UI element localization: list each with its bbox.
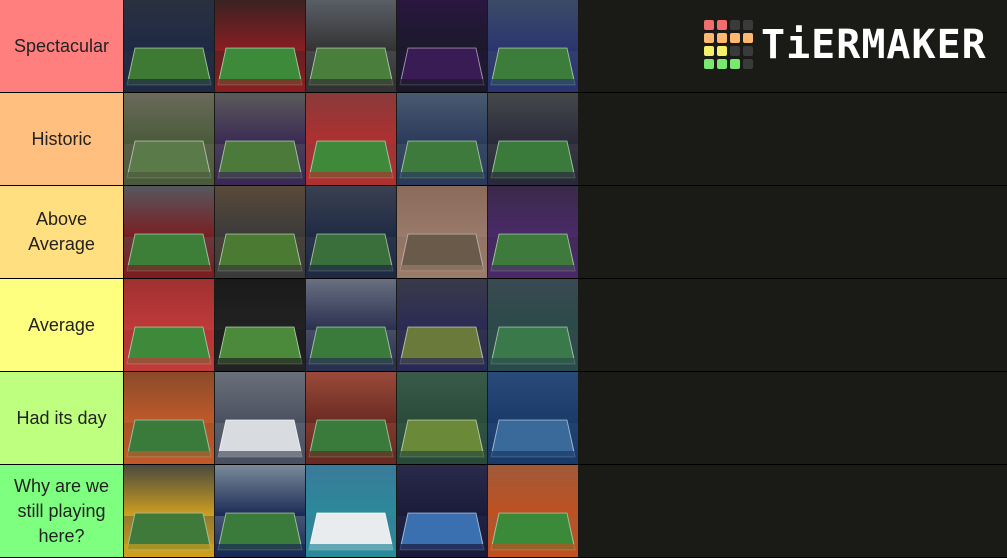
tier-row: Historic	[0, 93, 1007, 185]
logo-square	[730, 20, 740, 30]
stadium-image[interactable]	[124, 372, 214, 464]
stadium-image[interactable]	[215, 93, 305, 185]
logo-square	[743, 46, 753, 56]
stadium-image[interactable]	[397, 279, 487, 371]
logo-square	[704, 33, 714, 43]
stadium-image[interactable]	[488, 0, 578, 92]
tier-label[interactable]: Why are we still playing here?	[0, 465, 124, 557]
tier-label[interactable]: Had its day	[0, 372, 124, 464]
logo-square	[717, 46, 727, 56]
stadium-image[interactable]	[488, 372, 578, 464]
stadium-image[interactable]	[215, 0, 305, 92]
stadium-image[interactable]	[397, 186, 487, 278]
logo-square	[743, 20, 753, 30]
tier-items	[124, 279, 579, 371]
tiermaker-logo: TiERMAKER	[704, 20, 987, 69]
stadium-image[interactable]	[124, 93, 214, 185]
stadium-image[interactable]	[306, 279, 396, 371]
stadium-image[interactable]	[124, 0, 214, 92]
logo-square	[730, 59, 740, 69]
tier-label[interactable]: Historic	[0, 93, 124, 185]
stadium-image[interactable]	[306, 186, 396, 278]
stadium-image[interactable]	[488, 93, 578, 185]
tier-label[interactable]: Spectacular	[0, 0, 124, 92]
logo-square	[743, 59, 753, 69]
tier-items	[124, 465, 579, 557]
logo-square	[743, 33, 753, 43]
tiermaker-logo-grid-icon	[704, 20, 753, 69]
tier-board: Spectacular Historic Above Average Average H…	[0, 0, 1007, 558]
stadium-image[interactable]	[397, 465, 487, 557]
logo-square	[704, 46, 714, 56]
logo-text: TiERMAKER	[761, 21, 987, 68]
tier-items	[124, 93, 579, 185]
tier-items	[124, 0, 579, 92]
tier-row: Above Average	[0, 186, 1007, 278]
stadium-image[interactable]	[215, 465, 305, 557]
tier-label[interactable]: Average	[0, 279, 124, 371]
stadium-image[interactable]	[306, 93, 396, 185]
stadium-image[interactable]	[306, 372, 396, 464]
tier-row: Average	[0, 279, 1007, 371]
stadium-image[interactable]	[215, 372, 305, 464]
tier-label[interactable]: Above Average	[0, 186, 124, 278]
stadium-image[interactable]	[124, 279, 214, 371]
logo-square	[730, 46, 740, 56]
logo-square	[730, 33, 740, 43]
tier-row: Had its day	[0, 372, 1007, 464]
stadium-image[interactable]	[397, 0, 487, 92]
stadium-image[interactable]	[215, 186, 305, 278]
stadium-image[interactable]	[488, 186, 578, 278]
stadium-image[interactable]	[488, 279, 578, 371]
stadium-image[interactable]	[215, 279, 305, 371]
stadium-image[interactable]	[488, 465, 578, 557]
tier-items	[124, 186, 579, 278]
tier-row: Why are we still playing here?	[0, 465, 1007, 557]
stadium-image[interactable]	[397, 372, 487, 464]
logo-square	[717, 59, 727, 69]
stadium-image[interactable]	[306, 465, 396, 557]
logo-square	[717, 33, 727, 43]
stadium-image[interactable]	[124, 186, 214, 278]
logo-square	[717, 20, 727, 30]
tier-items	[124, 372, 579, 464]
logo-square	[704, 20, 714, 30]
logo-square	[704, 59, 714, 69]
stadium-image[interactable]	[124, 465, 214, 557]
stadium-image[interactable]	[306, 0, 396, 92]
stadium-image[interactable]	[397, 93, 487, 185]
